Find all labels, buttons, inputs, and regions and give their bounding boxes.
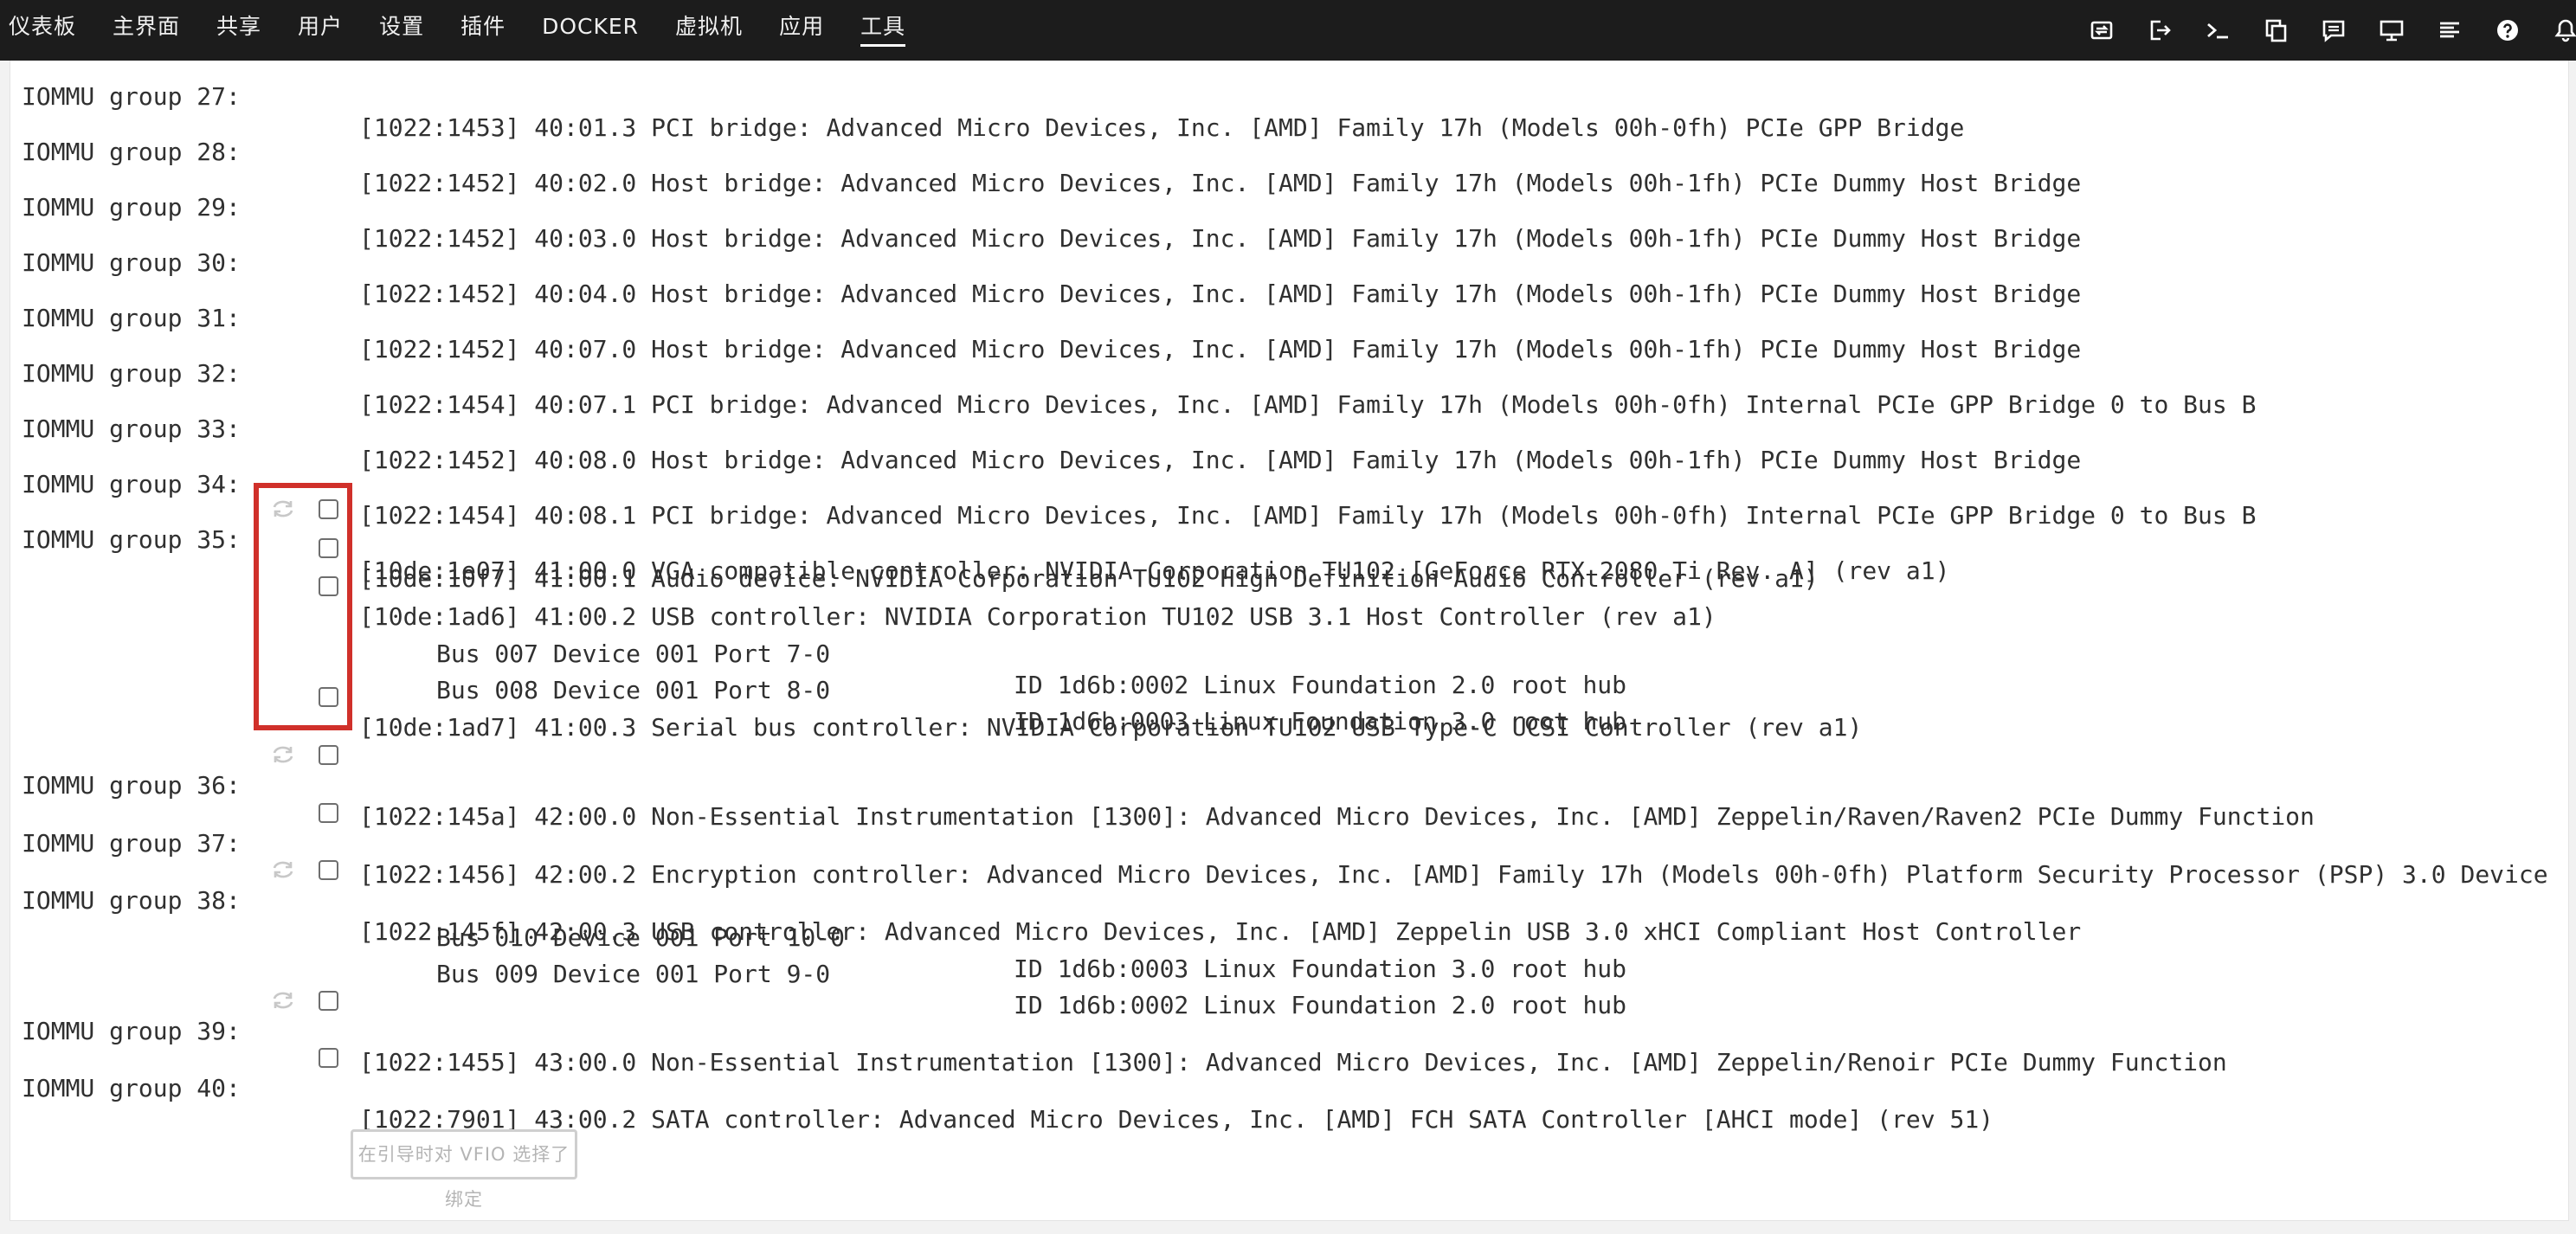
vfio-bind-checkbox[interactable] <box>319 803 338 823</box>
usb-id-text: ID 1d6b:0002 Linux Foundation 2.0 root h… <box>1014 671 1627 699</box>
group-reset-icon[interactable] <box>270 860 296 879</box>
group-reset-icon[interactable] <box>270 745 296 764</box>
logout-icon[interactable] <box>2144 15 2175 46</box>
pci-device-text: [1022:1452] 40:03.0 Host bridge: Advance… <box>359 224 2082 253</box>
nav-dashboard[interactable]: 仪表板 <box>9 0 76 61</box>
highlight-box <box>254 483 352 730</box>
monitor-icon[interactable] <box>2376 15 2407 46</box>
nav-settings[interactable]: 设置 <box>379 0 424 61</box>
nav-main[interactable]: 主界面 <box>113 0 180 61</box>
nav-tools[interactable]: 工具 <box>860 0 906 61</box>
vfio-bind-checkbox[interactable] <box>319 991 338 1011</box>
feedback-icon[interactable] <box>2318 15 2349 46</box>
pci-device-text: [1022:145a] 42:00.0 Non-Essential Instru… <box>359 802 2315 831</box>
bind-vfio-at-boot-button[interactable]: 在引导时对 VFIO 选择了绑定 <box>351 1129 577 1210</box>
pci-device-text: [1022:1453] 40:01.3 PCI bridge: Advanced… <box>359 113 1965 142</box>
vfio-bind-checkbox[interactable] <box>319 745 338 765</box>
bell-icon[interactable] <box>2550 15 2576 46</box>
terminal-icon[interactable] <box>2202 15 2233 46</box>
pci-device-text: [10de:10f7] 41:00.1 Audio device: NVIDIA… <box>359 564 1819 593</box>
nav-vms[interactable]: 虚拟机 <box>675 0 743 61</box>
toolbar-icons <box>2086 0 2576 61</box>
nav-users[interactable]: 用户 <box>298 0 343 61</box>
pci-device-text: [1022:1452] 40:08.0 Host bridge: Advance… <box>359 446 2082 474</box>
group-reset-icon[interactable] <box>270 991 296 1010</box>
system-devices-panel: IOMMU group 27: [1022:1453] 40:01.3 PCI … <box>10 61 2569 1221</box>
iommu-group-row: IOMMU group 40: [1022:7901] 43:00.2 SATA… <box>10 1042 1993 1167</box>
pci-device-text: [1022:1456] 42:00.2 Encryption controlle… <box>359 860 2548 889</box>
copy-icon[interactable] <box>2260 15 2291 46</box>
usb-bus-text: Bus 008 Device 001 Port 8-0 <box>436 676 831 704</box>
usb-bus-text: Bus 009 Device 001 Port 9-0 <box>436 960 831 988</box>
usb-id-text: ID 1d6b:0003 Linux Foundation 3.0 root h… <box>1014 954 1627 983</box>
nav-plugins[interactable]: 插件 <box>460 0 506 61</box>
pci-device-text: [1022:1452] 40:07.0 Host bridge: Advance… <box>359 335 2082 363</box>
vfio-bind-checkbox[interactable] <box>319 1048 338 1068</box>
main-menu: 仪表板 主界面 共享 用户 设置 插件 DOCKER 虚拟机 应用 工具 <box>0 0 933 61</box>
nav-docker[interactable]: DOCKER <box>542 0 639 61</box>
pci-device-text: [1022:7901] 43:00.2 SATA controller: Adv… <box>359 1105 1994 1134</box>
usb-bus-text: Bus 007 Device 001 Port 7-0 <box>436 639 831 668</box>
log-icon[interactable] <box>2434 15 2465 46</box>
pci-device-text: [10de:1ad6] 41:00.2 USB controller: NVID… <box>359 602 1716 631</box>
switch-icon[interactable] <box>2086 15 2117 46</box>
usb-id-text: ID 1d6b:0002 Linux Foundation 2.0 root h… <box>1014 991 1627 1019</box>
help-icon[interactable] <box>2492 15 2523 46</box>
top-navigation-bar: 仪表板 主界面 共享 用户 设置 插件 DOCKER 虚拟机 应用 工具 <box>0 0 2576 61</box>
pci-device-text: [10de:1ad7] 41:00.3 Serial bus controlle… <box>359 713 1863 742</box>
pci-device-text: [1022:1454] 40:07.1 PCI bridge: Advanced… <box>359 390 2257 419</box>
pci-device-text: [1022:1454] 40:08.1 PCI bridge: Advanced… <box>359 501 2257 530</box>
pci-device-text: [1022:1452] 40:04.0 Host bridge: Advance… <box>359 280 2082 308</box>
pci-device-text: [1022:1455] 43:00.0 Non-Essential Instru… <box>359 1048 2227 1077</box>
nav-shares[interactable]: 共享 <box>216 0 261 61</box>
nav-apps[interactable]: 应用 <box>779 0 824 61</box>
vfio-bind-checkbox[interactable] <box>319 860 338 880</box>
iommu-group-label: IOMMU group 40: <box>22 1074 241 1102</box>
usb-bus-text: Bus 010 Device 001 Port 10-0 <box>436 923 846 952</box>
pci-device-text: [1022:1452] 40:02.0 Host bridge: Advance… <box>359 169 2082 197</box>
